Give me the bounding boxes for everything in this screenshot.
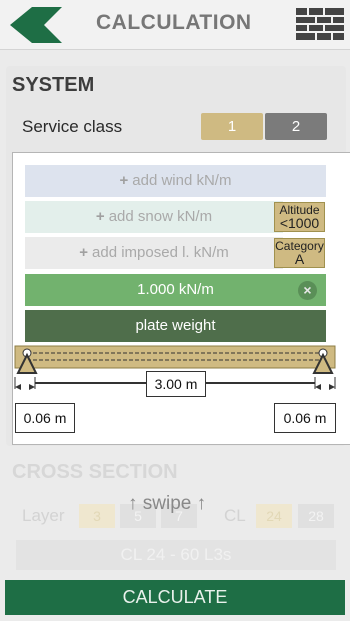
brick-wall-icon[interactable] xyxy=(296,8,344,40)
add-wind-label: add wind kN/m xyxy=(132,172,232,189)
back-arrow-icon[interactable] xyxy=(10,7,62,43)
page-title: CALCULATION xyxy=(96,11,252,34)
plate-weight-button[interactable]: plate weight xyxy=(25,310,326,342)
service-class-1-button[interactable]: 1 xyxy=(201,113,263,140)
plus-icon: + xyxy=(95,208,105,225)
cl-label: CL xyxy=(224,506,246,525)
add-wind-button[interactable]: + add wind kN/m xyxy=(25,165,326,197)
add-snow-label: add snow kN/m xyxy=(108,208,213,225)
plus-icon: + xyxy=(79,244,89,261)
span-length[interactable]: 3.00 m xyxy=(146,371,206,397)
left-support-length[interactable]: 0.06 m xyxy=(15,403,75,433)
layer-3-button[interactable]: 3 xyxy=(79,504,115,528)
dimension-arrow-icon xyxy=(29,384,35,390)
swipe-hint: ↑ swipe ↑ xyxy=(128,493,207,514)
app-header: CALCULATION xyxy=(0,0,350,50)
add-imposed-button[interactable]: + add imposed l. kN/m xyxy=(25,237,283,269)
dimension-arrow-icon xyxy=(15,384,21,390)
altitude-tag-value: <1000 xyxy=(279,215,320,231)
altitude-tag[interactable]: Altitude <1000 xyxy=(274,202,325,232)
plus-icon: + xyxy=(119,172,129,189)
cross-section-title: CROSS SECTION xyxy=(12,461,178,483)
loads-box: + add wind kN/m + add snow kN/m Altitude <… xyxy=(12,152,350,445)
service-class-label: Service class xyxy=(22,117,123,136)
right-support-length[interactable]: 0.06 m xyxy=(274,403,336,433)
dimension-arrow-icon xyxy=(329,384,335,390)
system-title: SYSTEM xyxy=(12,74,95,96)
add-snow-button[interactable]: + add snow kN/m xyxy=(25,201,283,233)
calculate-button[interactable]: CALCULATE xyxy=(5,580,345,615)
cross-section-panel: CROSS SECTION Layer 3 5 7 CL 24 28 ↑ swi… xyxy=(6,455,346,575)
dimension-arrow-icon xyxy=(315,384,321,390)
dead-load-row[interactable]: 1.000 kN/m xyxy=(25,274,326,306)
plate-weight-label: plate weight xyxy=(135,317,216,334)
layer-label: Layer xyxy=(22,506,65,525)
add-imposed-label: add imposed l. kN/m xyxy=(92,244,229,261)
category-tag-value: A xyxy=(294,251,305,267)
cl-24-button[interactable]: 24 xyxy=(256,504,292,528)
clear-icon[interactable]: × xyxy=(298,281,317,300)
dead-load-value: 1.000 kN/m xyxy=(137,281,214,298)
product-select[interactable]: CL 24 - 60 L3s xyxy=(16,540,336,570)
beam-bar xyxy=(14,345,336,369)
cl-28-button[interactable]: 28 xyxy=(298,504,334,528)
service-class-2-button[interactable]: 2 xyxy=(265,113,327,140)
category-tag[interactable]: Category A xyxy=(274,238,325,268)
